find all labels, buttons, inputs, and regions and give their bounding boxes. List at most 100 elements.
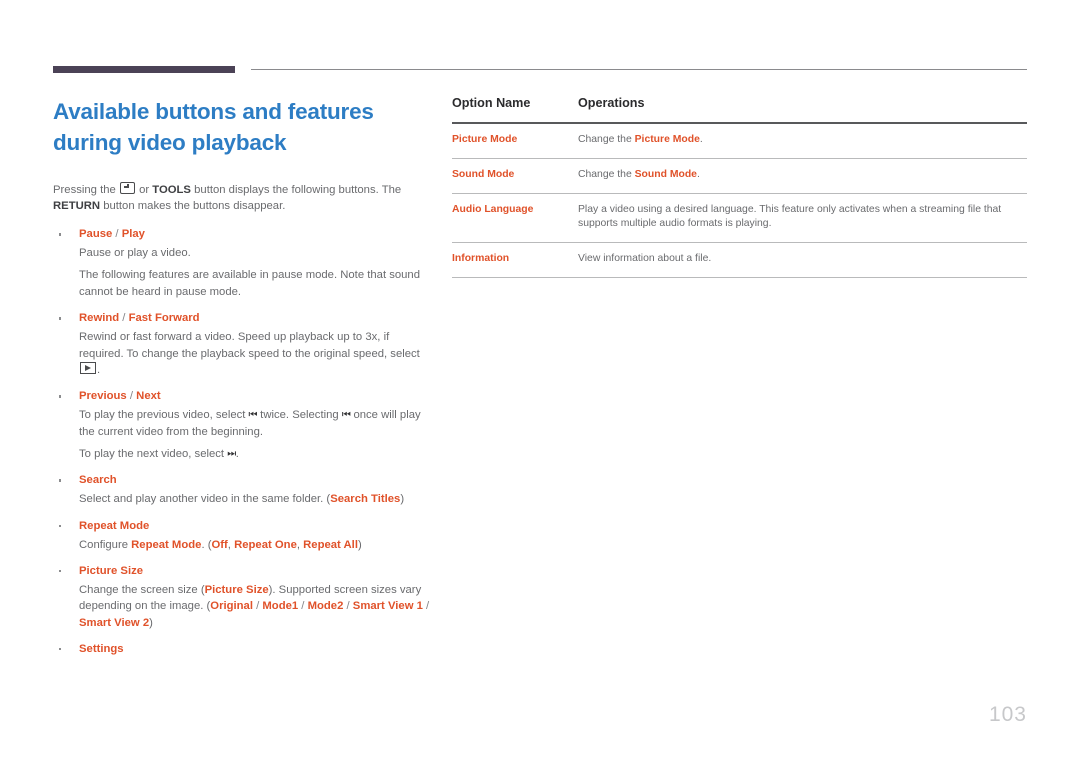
table-row: Sound Mode Change the Sound Mode. <box>452 158 1027 194</box>
picture-size-option-mode2: Mode2 <box>307 600 344 613</box>
repeat-option-all: Repeat All <box>303 538 358 551</box>
table-header-row: Option Name Operations <box>452 96 1027 123</box>
next-text-a: To play the next video, select <box>79 447 228 460</box>
bullet-separator: / <box>112 228 122 241</box>
list-item: Settings <box>53 641 435 658</box>
play-box-icon <box>80 361 96 374</box>
list-item: Rewind / Fast Forward Rewind or fast for… <box>53 310 435 378</box>
repeat-mode-term: Repeat Mode <box>131 538 202 551</box>
search-text-prefix: Select and play another video in the sam… <box>79 493 331 506</box>
bullet-term-2: Next <box>136 390 161 403</box>
operations-term: Picture Mode <box>634 134 700 145</box>
page-number: 103 <box>988 703 1027 726</box>
bullet-heading: Settings <box>79 641 435 658</box>
bullet-body-line: Configure Repeat Mode. (Off, Repeat One,… <box>79 537 435 553</box>
table-row: Information View information about a fil… <box>452 242 1027 278</box>
picture-size-slash: / <box>343 600 353 613</box>
bullet-body-line: Pause or play a video. <box>79 247 191 260</box>
left-content-column: Available buttons and features during vi… <box>53 96 435 668</box>
previous-text-a: To play the previous video, select <box>79 409 249 422</box>
bullet-heading: Rewind / Fast Forward <box>79 310 435 327</box>
operations-prefix: Play a video using a desired language. T… <box>578 203 1002 230</box>
bullet-heading: Repeat Mode <box>79 518 435 535</box>
list-item: Pause / Play Pause or play a video. The … <box>53 226 435 300</box>
page-title-line1: Available buttons and features <box>53 99 374 124</box>
operations-prefix: Change the <box>578 134 635 145</box>
picture-size-suffix: ) <box>149 616 153 629</box>
accent-rule <box>53 66 235 73</box>
thin-rule <box>251 69 1027 70</box>
option-name-cell: Information <box>452 242 578 278</box>
page-title: Available buttons and features during vi… <box>53 96 435 158</box>
picture-size-slash: / <box>252 600 263 613</box>
intro-paragraph: Pressing the or TOOLS button displays th… <box>53 182 435 214</box>
options-table: Option Name Operations Picture Mode Chan… <box>452 96 1027 278</box>
operations-prefix: View information about a file. <box>578 253 712 265</box>
page-title-line2: during video playback <box>53 130 287 156</box>
bullet-body-line: The following features are available in … <box>79 269 421 298</box>
table-row: Audio Language Play a video using a desi… <box>452 193 1027 244</box>
bullet-heading: Picture Size <box>79 563 435 580</box>
bullet-dot-icon <box>59 317 62 320</box>
repeat-prefix: Configure <box>79 538 132 551</box>
intro-before-icon: Pressing the <box>53 184 119 197</box>
option-name-cell: Sound Mode <box>452 158 578 194</box>
table-header: Option Name Operations <box>452 96 1027 123</box>
operations-cell: View information about a file. <box>578 242 1027 278</box>
operations-prefix: Change the <box>578 168 635 180</box>
picture-size-prefix: Change the screen size ( <box>79 583 205 596</box>
operations-suffix: . <box>696 168 700 180</box>
tools-button-label: TOOLS <box>152 184 191 197</box>
repeat-suffix: ) <box>357 538 362 551</box>
bullet-term-1: Settings <box>79 643 124 656</box>
operations-cell: Change the Picture Mode. <box>578 123 1027 159</box>
bullet-body-line: Rewind or fast forward a video. Speed up… <box>79 329 435 378</box>
skip-backward-icon: ⏮ <box>248 409 258 421</box>
operations-suffix: . <box>699 134 703 145</box>
table-row: Picture Mode Change the Picture Mode. <box>452 123 1027 159</box>
bullet-term-1: Previous <box>79 390 127 403</box>
search-text-suffix: ) <box>400 493 405 506</box>
bullet-term-1: Picture Size <box>79 564 144 577</box>
intro-tail: button makes the buttons disappear. <box>100 200 286 213</box>
option-name-cell: Audio Language <box>452 193 578 244</box>
bullet-dot-icon <box>59 479 62 482</box>
bullet-term-1: Repeat Mode <box>79 519 150 532</box>
column-header-operations: Operations <box>578 96 645 110</box>
bullet-term-1: Search <box>79 474 117 487</box>
bullet-separator: / <box>126 390 137 403</box>
enter-key-icon <box>119 182 135 195</box>
bullet-body-line: Select and play another video in the sam… <box>79 491 435 507</box>
rewind-text-prefix: Rewind or fast forward a video. Speed up… <box>79 331 420 360</box>
search-titles-value: Search Titles <box>330 493 401 506</box>
picture-size-option-smart-view-1: Smart View 1 <box>352 600 423 613</box>
operations-cell: Change the Sound Mode. <box>578 158 1027 194</box>
bullet-heading: Previous / Next <box>79 388 435 405</box>
next-text-b: . <box>235 447 239 460</box>
rewind-text-suffix: . <box>97 363 101 376</box>
repeat-option-off: Off <box>211 538 228 551</box>
bullet-term-2: Play <box>121 228 145 241</box>
bullet-body-line: To play the next video, select ⏭. <box>79 446 435 462</box>
previous-text-b: twice. Selecting <box>257 409 342 422</box>
list-item: Search Select and play another video in … <box>53 472 435 507</box>
picture-size-slash: / <box>422 600 430 613</box>
bullet-term-2: Fast Forward <box>128 312 200 325</box>
header-rules <box>53 66 1027 74</box>
repeat-option-one: Repeat One <box>234 538 297 551</box>
table-body: Picture Mode Change the Picture Mode. So… <box>452 123 1027 278</box>
bullet-dot-icon <box>59 395 62 398</box>
picture-size-option-mode1: Mode1 <box>262 600 299 613</box>
bullet-dot-icon <box>59 233 62 236</box>
column-header-option-name: Option Name <box>452 96 531 110</box>
bullet-separator: / <box>119 312 129 325</box>
intro-after-icon: or <box>135 184 153 197</box>
picture-size-option-smart-view-2: Smart View 2 <box>79 616 150 629</box>
bullet-body-line: Change the screen size (Picture Size). S… <box>79 582 435 631</box>
bullet-body-line: To play the previous video, select ⏮ twi… <box>79 407 435 440</box>
bullet-term-1: Rewind <box>79 312 120 325</box>
skip-forward-icon: ⏭ <box>227 448 236 460</box>
list-item: Repeat Mode Configure Repeat Mode. (Off,… <box>53 518 435 553</box>
picture-size-term: Picture Size <box>204 583 269 596</box>
bullet-dot-icon <box>59 648 62 651</box>
